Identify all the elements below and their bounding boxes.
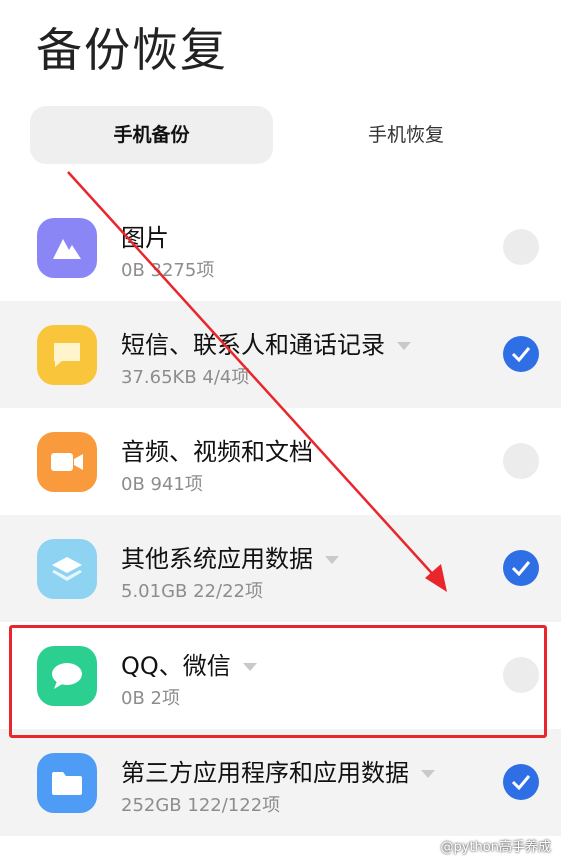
list-item-subtitle: 0B 2项 <box>121 688 180 709</box>
list-item-third-party-apps[interactable]: 第三方应用程序和应用数据 252GB 122/122项 <box>0 729 561 836</box>
list-item-title: QQ、微信 <box>121 646 257 681</box>
list-item-messages-contacts[interactable]: 短信、联系人和通话记录 37.65KB 4/4项 <box>0 301 561 408</box>
chevron-down-icon[interactable] <box>325 556 339 564</box>
list-item-title: 音频、视频和文档 <box>121 438 313 466</box>
layers-icon <box>37 539 97 599</box>
chevron-down-icon[interactable] <box>421 770 435 778</box>
list-item-title: 其他系统应用数据 <box>121 539 339 574</box>
list-item-title: 第三方应用程序和应用数据 <box>121 753 435 788</box>
checkbox-checked[interactable] <box>503 764 539 800</box>
tab-bar: 手机备份 手机恢复 <box>30 106 530 164</box>
list-item-subtitle: 37.65KB 4/4项 <box>121 367 250 388</box>
check-icon <box>511 347 531 362</box>
page-title: 备份恢复 <box>36 23 228 77</box>
folder-icon <box>37 753 97 813</box>
message-card-icon <box>37 325 97 385</box>
list-item-subtitle: 0B 3275项 <box>121 260 215 281</box>
list-item-title: 短信、联系人和通话记录 <box>121 325 411 360</box>
check-icon <box>511 561 531 576</box>
backup-item-list: 图片 0B 3275项 短信、联系人和通话记录 37.65KB 4/4项 音频、… <box>0 194 561 836</box>
chevron-down-icon[interactable] <box>242 663 257 671</box>
list-item-title: 图片 <box>121 224 169 252</box>
checkbox[interactable] <box>503 229 539 265</box>
checkbox-checked[interactable] <box>503 550 539 586</box>
checkbox[interactable] <box>503 443 539 479</box>
list-item-audio-video-docs[interactable]: 音频、视频和文档 0B 941项 <box>0 408 561 515</box>
list-item-subtitle: 252GB 122/122项 <box>121 795 281 816</box>
tab-phone-backup[interactable]: 手机备份 <box>30 106 273 164</box>
check-icon <box>511 775 531 790</box>
list-item-subtitle: 0B 941项 <box>121 474 203 495</box>
chevron-down-icon[interactable] <box>397 342 411 350</box>
video-camera-icon <box>37 432 97 492</box>
tab-phone-restore[interactable]: 手机恢复 <box>300 106 512 164</box>
checkbox[interactable] <box>503 657 539 693</box>
list-item-system-app-data[interactable]: 其他系统应用数据 5.01GB 22/22项 <box>0 515 561 622</box>
checkbox-checked[interactable] <box>503 336 539 372</box>
list-item-subtitle: 5.01GB 22/22项 <box>121 581 263 602</box>
watermark: @python高手养成 <box>440 840 551 855</box>
list-item-qq-wechat[interactable]: QQ、微信 0B 2项 <box>0 622 561 729</box>
chat-bubble-icon <box>37 646 97 706</box>
list-item-pictures[interactable]: 图片 0B 3275项 <box>0 194 561 301</box>
mountain-icon <box>37 218 97 278</box>
